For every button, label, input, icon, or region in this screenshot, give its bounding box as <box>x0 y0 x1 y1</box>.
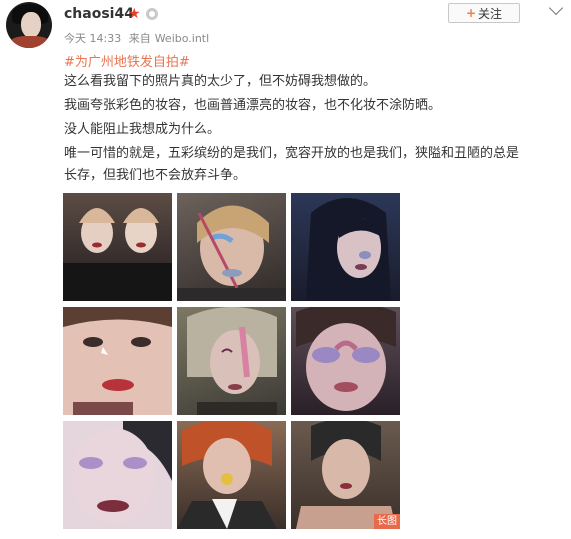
photo-6[interactable] <box>291 307 400 415</box>
post-text-line-2: 我画夸张彩色的妆容，也画普通漂亮的妆容，也不化妆不涂防晒。 <box>64 98 442 113</box>
follow-button[interactable]: + 关注 <box>448 3 520 23</box>
photo-1[interactable] <box>63 193 172 301</box>
post-text-line-4: 唯一可惜的就是，五彩缤纷的是我们，宽容开放的也是我们，狭隘和丑陋的总是 <box>64 146 520 161</box>
post-source[interactable]: Weibo.intl <box>155 32 209 45</box>
post-text-line-1: 这么看我留下的照片真的太少了，但不妨碍我想做的。 <box>64 74 377 89</box>
topic-link[interactable]: #为广州地铁发自拍# <box>64 51 190 70</box>
post-text-line-5: 长存，但我们也不会放弃斗争。 <box>64 168 247 183</box>
photo-8[interactable] <box>177 421 286 529</box>
username[interactable]: chaosi44 <box>64 6 134 22</box>
photo-9[interactable]: 长图 <box>291 421 400 529</box>
source-prefix: 来自 <box>128 32 151 45</box>
photo-7[interactable] <box>63 421 172 529</box>
post-text-line-3: 没人能阻止我想成为什么。 <box>64 122 221 137</box>
photo-4[interactable] <box>63 307 172 415</box>
vip-star-icon: ★ <box>128 6 141 22</box>
verified-badge-icon <box>146 8 158 20</box>
photo-5[interactable] <box>177 307 286 415</box>
photo-3[interactable] <box>291 193 400 301</box>
long-image-badge: 长图 <box>374 514 400 529</box>
avatar[interactable] <box>6 2 52 48</box>
photo-2[interactable] <box>177 193 286 301</box>
follow-label: 关注 <box>478 6 503 21</box>
plus-icon: + <box>465 6 477 20</box>
post-time[interactable]: 今天 14:33 <box>64 32 121 45</box>
chevron-down-icon[interactable] <box>548 0 564 16</box>
post-meta: 今天 14:33 来自 Weibo.intl <box>64 30 213 46</box>
